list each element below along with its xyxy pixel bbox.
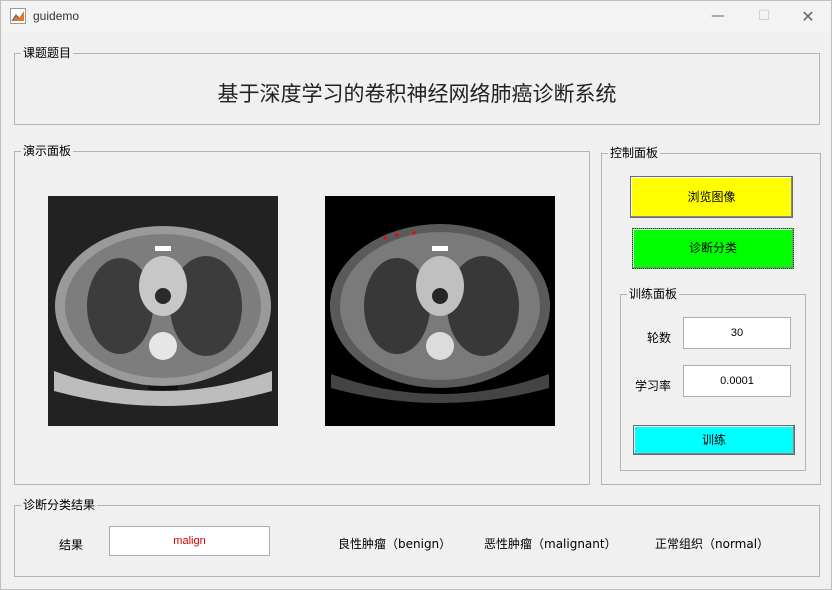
diagnose-button[interactable]: 诊断分类: [632, 228, 794, 269]
title-bar[interactable]: guidemo — ☐ ✕: [1, 1, 831, 32]
train-panel: 训练面板 轮数 30 学习率 0.0001 训练: [620, 287, 806, 471]
result-panel: 诊断分类结果 结果 malign 良性肿瘤（benign） 恶性肿瘤（malig…: [14, 498, 820, 577]
demo-panel-title: 演示面板: [21, 144, 74, 158]
control-panel-title: 控制面板: [608, 146, 661, 160]
matlab-figure-icon: [10, 8, 26, 24]
original-ct-image: [48, 196, 278, 426]
train-panel-title: 训练面板: [627, 287, 680, 301]
learning-rate-label: 学习率: [635, 379, 672, 393]
result-output[interactable]: malign: [109, 526, 270, 556]
class-label-benign: 良性肿瘤（benign）: [338, 537, 452, 551]
epochs-label: 轮数: [647, 331, 672, 345]
epochs-input[interactable]: 30: [683, 317, 791, 349]
control-panel: 控制面板 浏览图像 诊断分类 训练面板 轮数 30 学习率 0.0001 训练: [601, 146, 821, 485]
result-panel-title: 诊断分类结果: [21, 498, 98, 512]
topic-panel-title: 课题题目: [21, 46, 74, 60]
result-label: 结果: [59, 538, 84, 552]
learning-rate-input[interactable]: 0.0001: [683, 365, 791, 397]
class-label-normal: 正常组织（normal）: [655, 537, 770, 551]
maximize-button[interactable]: ☐: [741, 1, 787, 32]
train-button[interactable]: 训练: [633, 425, 795, 455]
segmented-ct-image: [325, 196, 555, 426]
browse-image-button[interactable]: 浏览图像: [630, 176, 793, 218]
project-title: 基于深度学习的卷积神经网络肺癌诊断系统: [217, 82, 617, 106]
close-button[interactable]: ✕: [785, 1, 831, 32]
demo-panel: 演示面板: [14, 144, 590, 485]
figure-window: guidemo — ☐ ✕ 课题题目 基于深度学习的卷积神经网络肺癌诊断系统 演…: [0, 0, 832, 590]
minimize-button[interactable]: —: [695, 1, 741, 32]
window-title: guidemo: [33, 9, 80, 23]
class-label-malignant: 恶性肿瘤（malignant）: [484, 537, 617, 551]
topic-panel: 课题题目 基于深度学习的卷积神经网络肺癌诊断系统: [14, 46, 820, 125]
